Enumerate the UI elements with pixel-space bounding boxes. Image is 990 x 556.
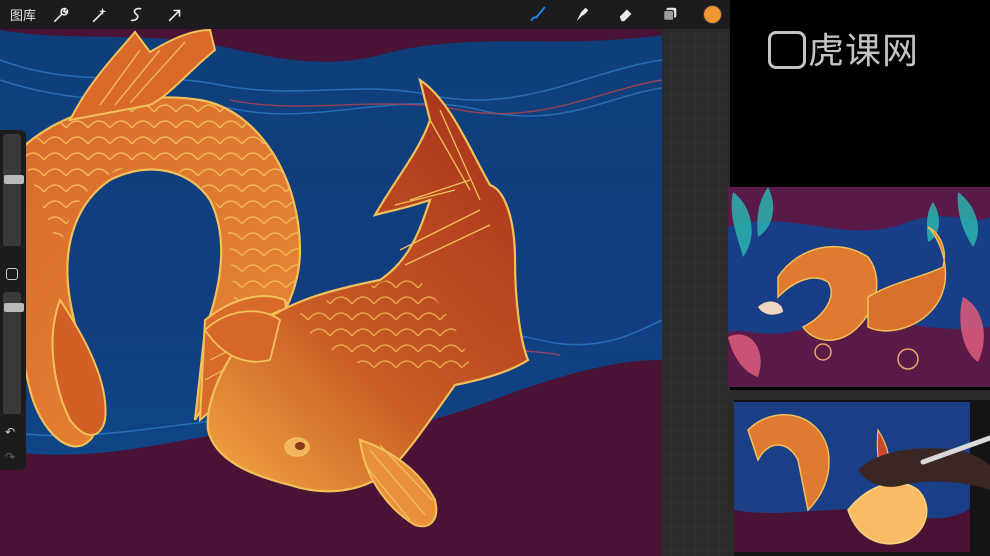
top-toolbar: 图库 [0,0,730,29]
watermark: 虎课网 [768,22,919,74]
reference-image [728,187,990,387]
brush-size-slider[interactable] [3,134,24,246]
transform-arrow-icon[interactable] [164,4,186,26]
selection-icon[interactable] [126,4,148,26]
magic-wand-icon[interactable] [88,4,110,26]
reference-video [728,390,990,556]
modify-button[interactable] [6,268,18,280]
watermark-logo-icon [768,31,806,70]
left-sidebar: ↶ ↷ [0,130,26,470]
reference-panel: 虎课网 [728,0,990,556]
layers-icon[interactable] [659,3,681,25]
eraser-icon[interactable] [615,3,637,25]
gallery-button[interactable]: 图库 [10,5,36,24]
opacity-thumb[interactable] [4,303,24,312]
koi-artwork [0,28,730,556]
opacity-slider[interactable] [3,292,24,414]
watermark-text: 虎课网 [808,30,920,71]
brush-size-thumb[interactable] [4,175,24,184]
brush-icon[interactable] [527,3,549,25]
wrench-icon[interactable] [50,4,72,26]
redo-icon[interactable]: ↷ [5,450,15,464]
undo-icon[interactable]: ↶ [5,425,15,439]
drawing-canvas[interactable]: 图库 ↶ ↷ [0,0,730,556]
smudge-icon[interactable] [571,3,593,25]
color-picker-button[interactable] [703,4,722,24]
